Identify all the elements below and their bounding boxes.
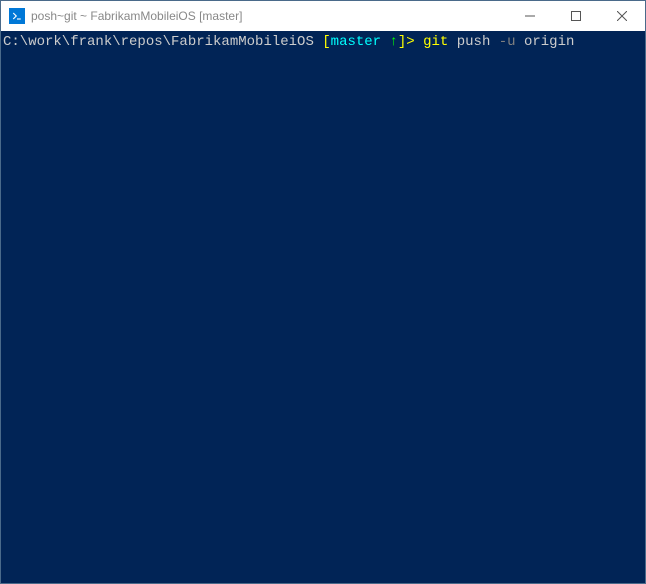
space xyxy=(415,34,423,50)
space xyxy=(448,34,456,50)
window-controls xyxy=(507,1,645,31)
minimize-button[interactable] xyxy=(507,1,553,31)
window-title: posh~git ~ FabrikamMobileiOS [master] xyxy=(31,9,507,23)
command-git: git xyxy=(423,34,448,50)
space xyxy=(516,34,524,50)
command-push: push xyxy=(457,34,491,50)
powershell-icon xyxy=(9,8,25,24)
branch-name: master xyxy=(331,34,390,50)
branch-bracket-close: ]> xyxy=(398,34,415,50)
prompt-path: C:\work\frank\repos\FabrikamMobileiOS xyxy=(3,34,314,50)
powershell-window: posh~git ~ FabrikamMobileiOS [master] C:… xyxy=(0,0,646,584)
command-origin: origin xyxy=(524,34,574,50)
close-button[interactable] xyxy=(599,1,645,31)
titlebar[interactable]: posh~git ~ FabrikamMobileiOS [master] xyxy=(1,1,645,31)
branch-bracket-open: [ xyxy=(314,34,331,50)
maximize-button[interactable] xyxy=(553,1,599,31)
terminal-area[interactable]: C:\work\frank\repos\FabrikamMobileiOS [m… xyxy=(1,31,645,583)
branch-ahead-icon: ↑ xyxy=(389,34,397,50)
space xyxy=(490,34,498,50)
command-flag: -u xyxy=(499,34,516,50)
